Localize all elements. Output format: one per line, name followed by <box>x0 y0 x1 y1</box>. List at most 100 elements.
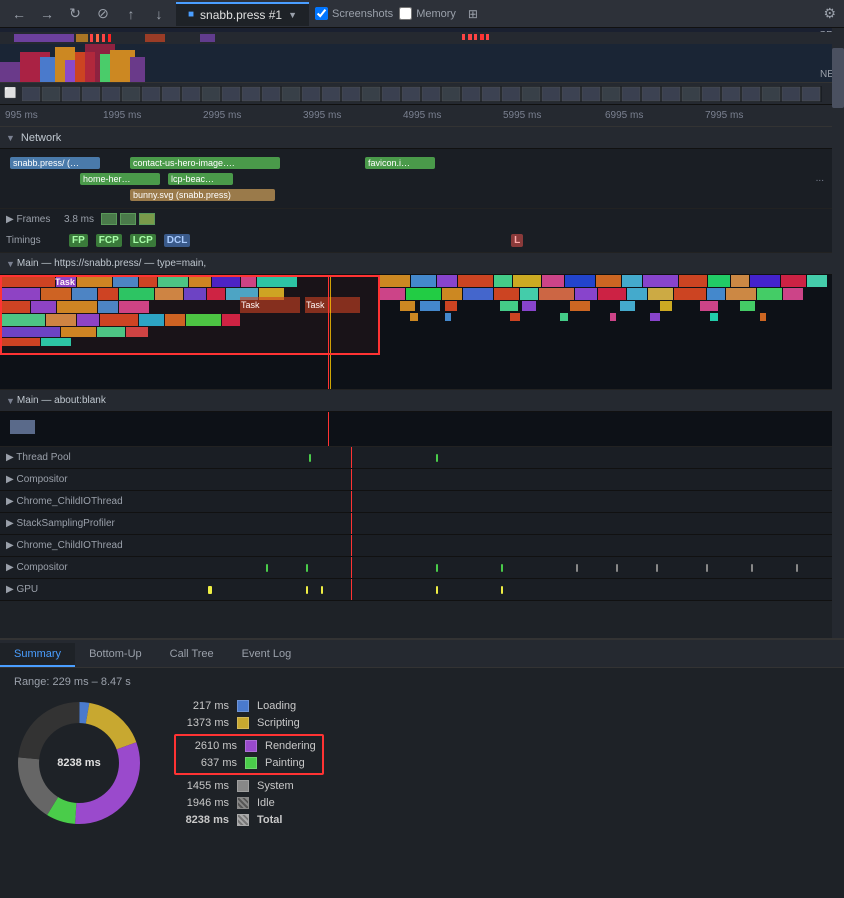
stat-color-system <box>237 780 249 792</box>
timings-label: Timings <box>6 235 61 246</box>
tab-event-log[interactable]: Event Log <box>228 643 306 667</box>
stat-color-loading <box>237 700 249 712</box>
reload-button[interactable]: ↻ <box>64 3 86 25</box>
tab-title[interactable]: ■ snabb.press #1 ▼ <box>176 2 309 26</box>
frames-timings-area: ▶ Frames 3.8 ms Timings FP FCP LCP DCL L <box>0 209 844 253</box>
gear-icon[interactable]: ⚙ <box>823 5 836 22</box>
gpu-row[interactable]: ▶ GPU <box>0 579 844 601</box>
screenshot-thumbs <box>0 28 832 40</box>
stat-label-loading: Loading <box>257 700 296 712</box>
bottom-tabs: Summary Bottom-Up Call Tree Event Log <box>0 640 844 668</box>
rendering-painting-highlight: 2610 ms Rendering 637 ms Painting <box>174 734 324 775</box>
screenshots-checkbox[interactable]: Screenshots <box>315 7 393 20</box>
compositor2-tiny-5 <box>576 564 578 572</box>
stat-ms-rendering: 2610 ms <box>182 740 237 752</box>
compositor2-content <box>166 557 838 578</box>
gpu-label: ▶ GPU <box>6 584 166 595</box>
net-bar-4[interactable]: home-her… <box>80 173 160 185</box>
stat-row-total: 8238 ms Total <box>174 814 324 826</box>
stat-label-rendering: Rendering <box>265 740 316 752</box>
main-thread-label: Main — https://snabb.press/ — type=main, <box>17 258 206 269</box>
stat-row-painting: 637 ms Painting <box>182 757 316 769</box>
stop-button[interactable]: ⊘ <box>92 3 114 25</box>
memory-checkbox[interactable]: Memory <box>399 7 456 20</box>
red-vertical-line-8 <box>351 557 352 578</box>
tab-call-tree[interactable]: Call Tree <box>156 643 228 667</box>
red-vertical-line-6 <box>351 513 352 534</box>
gpu-bar-1 <box>208 586 212 594</box>
red-vertical-line-2 <box>328 412 329 446</box>
stat-color-rendering <box>245 740 257 752</box>
stat-row-rendering: 2610 ms Rendering <box>182 740 316 752</box>
network-section-header[interactable]: ▼ Network <box>0 127 844 149</box>
back-button[interactable]: ← <box>8 3 30 25</box>
net-bar-3[interactable]: favicon.i… <box>365 157 435 169</box>
svg-text:Task: Task <box>241 300 260 310</box>
range-label: Range: 229 ms – 8.47 s <box>14 676 830 688</box>
timing-dcl-badge: DCL <box>164 234 191 247</box>
compositor2-tiny-10 <box>796 564 798 572</box>
network-area: snabb.press/ (… contact-us-hero-image…. … <box>0 149 844 209</box>
stat-color-idle <box>237 797 249 809</box>
stat-ms-scripting: 1373 ms <box>174 717 229 729</box>
stat-row-scripting: 1373 ms Scripting <box>174 717 324 729</box>
red-vertical-line-4 <box>351 469 352 490</box>
stat-row-loading: 217 ms Loading <box>174 700 324 712</box>
thread-pool-row[interactable]: ▶ Thread Pool <box>0 447 844 469</box>
gpu-bar-3 <box>321 586 323 594</box>
compositor2-tiny-7 <box>656 564 658 572</box>
timings-row: Timings FP FCP LCP DCL L <box>0 229 844 251</box>
red-vertical-line-7 <box>351 535 352 556</box>
red-vertical-line-3 <box>351 447 352 468</box>
main-thread-header[interactable]: ▼ Main — https://snabb.press/ — type=mai… <box>0 253 844 275</box>
stat-ms-loading: 217 ms <box>174 700 229 712</box>
tab-icon: ■ <box>188 9 194 20</box>
about-blank-header[interactable]: ▼ Main — about:blank <box>0 390 844 412</box>
stat-color-painting <box>245 757 257 769</box>
net-bar-5[interactable]: lcp-beac… <box>168 173 233 185</box>
net-bar-2[interactable]: contact-us-hero-image…. <box>130 157 280 169</box>
thread-pool-label: ▶ Thread Pool <box>6 452 166 463</box>
stat-label-painting: Painting <box>265 757 305 769</box>
red-vertical-line-9 <box>351 579 352 600</box>
forward-button[interactable]: → <box>36 3 58 25</box>
network-label: Network <box>21 132 61 144</box>
chrome-child-io-row[interactable]: ▶ Chrome_ChildIOThread <box>0 491 844 513</box>
donut-center-label: 8238 ms <box>57 757 100 769</box>
compositor2-tiny-6 <box>616 564 618 572</box>
svg-text:Task: Task <box>306 300 325 310</box>
net-bar-6[interactable]: bunny.svg (snabb.press) <box>130 189 275 201</box>
memory-icon[interactable]: ⊞ <box>462 3 484 25</box>
compositor2-label: ▶ Compositor <box>6 562 166 573</box>
tab-label: snabb.press #1 <box>200 8 282 22</box>
about-blank-label: Main — about:blank <box>17 395 106 406</box>
stat-label-system: System <box>257 780 294 792</box>
stack-sampling-row[interactable]: ▶ StackSamplingProfiler <box>0 513 844 535</box>
timing-lcp-badge: LCP <box>130 234 156 247</box>
compositor-row[interactable]: ▶ Compositor <box>0 469 844 491</box>
screenshot-strip <box>22 86 822 102</box>
tab-dropdown-icon[interactable]: ▼ <box>288 10 297 20</box>
compositor2-row[interactable]: ▶ Compositor <box>0 557 844 579</box>
compositor-label: ▶ Compositor <box>6 474 166 485</box>
scrollbar-thumb[interactable] <box>832 48 844 108</box>
download-button[interactable]: ↓ <box>148 3 170 25</box>
compositor2-tiny-1 <box>266 564 268 572</box>
main-thread-arrow-icon: ▼ <box>6 259 15 269</box>
chrome-child-io2-row[interactable]: ▶ Chrome_ChildIOThread <box>0 535 844 557</box>
frame-block <box>139 213 155 225</box>
upload-button[interactable]: ↑ <box>120 3 142 25</box>
network-ellipsis: ... <box>816 173 824 184</box>
gpu-bar-4 <box>436 586 438 594</box>
chrome-child-io-content <box>166 491 838 512</box>
net-bar-1[interactable]: snabb.press/ (… <box>10 157 100 169</box>
chrome-child-io2-label: ▶ Chrome_ChildIOThread <box>6 540 166 551</box>
frames-label: ▶ Frames <box>6 214 61 225</box>
compositor2-tiny-3 <box>436 564 438 572</box>
stat-label-idle: Idle <box>257 797 275 809</box>
stat-label-scripting: Scripting <box>257 717 300 729</box>
tab-bottom-up[interactable]: Bottom-Up <box>75 643 156 667</box>
tab-summary[interactable]: Summary <box>0 643 75 667</box>
main-flame-chart[interactable]: Task Task <box>0 275 844 390</box>
svg-text:Task: Task <box>55 277 76 287</box>
